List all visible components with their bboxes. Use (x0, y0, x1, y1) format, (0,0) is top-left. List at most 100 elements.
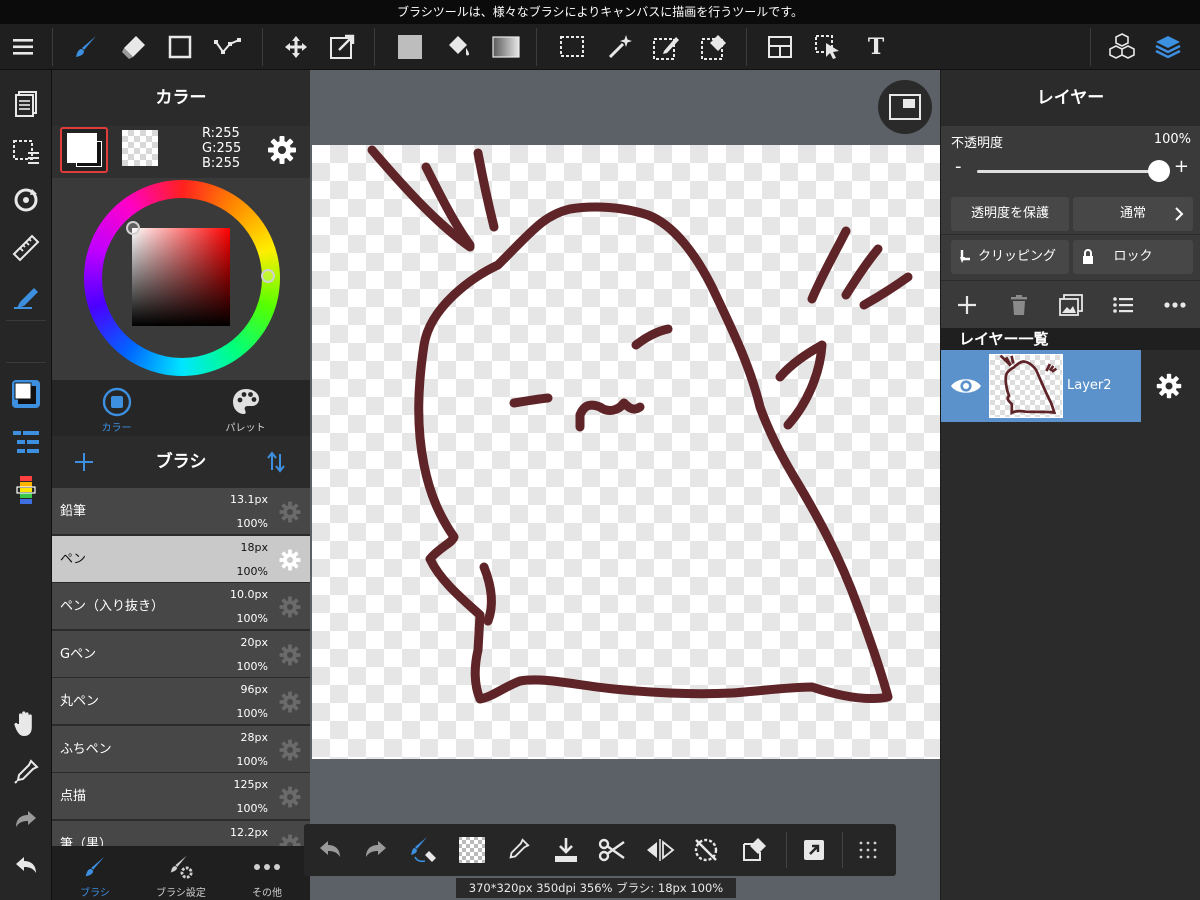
menu-button[interactable] (2, 24, 46, 70)
layer-row[interactable]: Layer2 (941, 350, 1200, 422)
tab-more[interactable]: その他 (224, 846, 310, 900)
brush-tool-button[interactable] (64, 24, 108, 70)
hue-picker-handle[interactable] (261, 269, 275, 283)
layer-thumbnail (989, 354, 1063, 418)
undo-button[interactable] (308, 828, 352, 872)
brush-item[interactable]: 筆（黒）12.2px100% (52, 820, 310, 846)
brush-name: 丸ペン (60, 694, 100, 709)
selection-menu-button[interactable] (4, 132, 48, 172)
drawing-canvas[interactable] (312, 145, 940, 759)
brush-panel-toggle[interactable] (4, 422, 48, 462)
flip-button[interactable] (638, 828, 682, 872)
transform-tool-button[interactable] (320, 24, 364, 70)
bucket-tool-button[interactable] (436, 24, 480, 70)
layer-settings-button[interactable] (1155, 372, 1183, 400)
brush-size: 96px (240, 683, 269, 696)
fill-color-button[interactable] (388, 24, 432, 70)
foreground-color-chip (67, 133, 97, 163)
protect-alpha-button[interactable]: 透明度を保護 (951, 197, 1069, 231)
tab-color[interactable]: カラー (52, 380, 181, 436)
layer-more-button[interactable] (1155, 285, 1195, 325)
tab-brush-settings[interactable]: ブラシ設定 (138, 846, 224, 900)
brush-item[interactable]: 丸ペン 96px 100% (52, 678, 310, 725)
materials-button[interactable] (1100, 24, 1144, 70)
blend-mode-button[interactable]: 通常 (1073, 197, 1193, 231)
gradient-tool-button[interactable] (484, 24, 528, 70)
redo-rail-button[interactable] (4, 800, 48, 840)
eraser-tool-button[interactable] (112, 24, 156, 70)
hand-tool-button[interactable] (4, 704, 48, 744)
frame-tool-button[interactable] (758, 24, 802, 70)
cut-button[interactable] (590, 828, 634, 872)
page-manager-button[interactable] (4, 84, 48, 124)
eyedropper-rail-button[interactable] (4, 752, 48, 792)
snap-button[interactable] (4, 276, 48, 316)
navigator-icon (889, 94, 921, 120)
operation-tool-button[interactable] (806, 24, 850, 70)
move-tool-button[interactable] (274, 24, 318, 70)
sort-brush-button[interactable] (262, 448, 290, 476)
brush-item[interactable]: Gペン 20px 100% (52, 630, 310, 678)
brush-settings-button[interactable] (278, 548, 302, 572)
clipping-button[interactable]: クリッピング (951, 240, 1069, 274)
eyedropper-button[interactable] (496, 828, 540, 872)
brush-item[interactable]: 点描 125px 100% (52, 773, 310, 820)
share-button[interactable] (792, 828, 836, 872)
opacity-slider-thumb[interactable] (1148, 160, 1170, 182)
opacity-slider[interactable] (977, 160, 1170, 182)
tab-brush[interactable]: ブラシ (52, 846, 138, 900)
brush-item[interactable]: ふちペン 28px 100% (52, 725, 310, 773)
clear-layer-button[interactable] (450, 828, 494, 872)
curve-tool-button[interactable] (206, 24, 250, 70)
select-pen-button[interactable] (644, 24, 688, 70)
layers-toggle-button[interactable] (1146, 24, 1190, 70)
brush-settings-button[interactable] (278, 785, 302, 809)
brush-settings-button[interactable] (278, 738, 302, 762)
ruler-button[interactable] (4, 228, 48, 268)
color-panel-toggle[interactable] (4, 374, 48, 414)
brush-item[interactable]: ペン（入り抜き） 10.0px 100% (52, 583, 310, 630)
foreground-color-swatch[interactable] (60, 127, 108, 173)
cubes-icon (1109, 33, 1135, 59)
add-layer-button[interactable] (947, 285, 987, 325)
undo-rail-button[interactable] (4, 846, 48, 886)
rotate-canvas-button[interactable] (4, 180, 48, 220)
brush-item[interactable]: ペン 18px 100% (52, 535, 310, 583)
opacity-decrease-button[interactable]: - (955, 156, 962, 177)
eye-icon[interactable] (949, 375, 983, 397)
brush-panel-tabs: ブラシ ブラシ設定 その他 (52, 846, 310, 900)
brush-settings-button[interactable] (278, 643, 302, 667)
sv-picker-handle[interactable] (126, 221, 140, 235)
brush-settings-button[interactable] (278, 833, 302, 846)
ellipsis-icon (254, 864, 280, 870)
magic-wand-button[interactable] (598, 24, 642, 70)
rotation-reset-button[interactable] (684, 828, 728, 872)
lock-button[interactable]: ロック (1073, 240, 1193, 274)
text-tool-button[interactable]: T (854, 24, 898, 70)
more-actions-button[interactable] (846, 828, 890, 872)
brush-item[interactable]: 鉛筆 13.1px 100% (52, 488, 310, 535)
shape-tool-button[interactable] (158, 24, 202, 70)
brush-settings-button[interactable] (278, 595, 302, 619)
navigator-button[interactable] (878, 80, 932, 134)
swap-brush-eraser-button[interactable] (402, 828, 446, 872)
select-eraser-button[interactable] (692, 24, 736, 70)
brush-settings-button[interactable] (278, 500, 302, 524)
save-button[interactable] (544, 828, 588, 872)
opacity-increase-button[interactable]: + (1174, 156, 1189, 177)
layer-menu-button[interactable] (1103, 285, 1143, 325)
color-settings-button[interactable] (266, 134, 298, 166)
left-tool-rail (0, 70, 52, 900)
layer-row-selected[interactable]: Layer2 (941, 350, 1141, 422)
redo-button[interactable] (354, 828, 398, 872)
selection-eraser-button[interactable] (732, 828, 776, 872)
layer-image-button[interactable] (1051, 285, 1091, 325)
select-tool-button[interactable] (550, 24, 594, 70)
palette-panel-toggle[interactable] (4, 470, 48, 510)
tab-palette[interactable]: パレット (181, 380, 310, 436)
delete-layer-button[interactable] (999, 285, 1039, 325)
canvas-area[interactable]: 370*320px 350dpi 356% ブラシ: 18px 100% (304, 70, 940, 900)
transparent-color-swatch[interactable] (122, 130, 158, 166)
saturation-value-square[interactable] (132, 228, 230, 326)
brush-settings-button[interactable] (278, 690, 302, 714)
